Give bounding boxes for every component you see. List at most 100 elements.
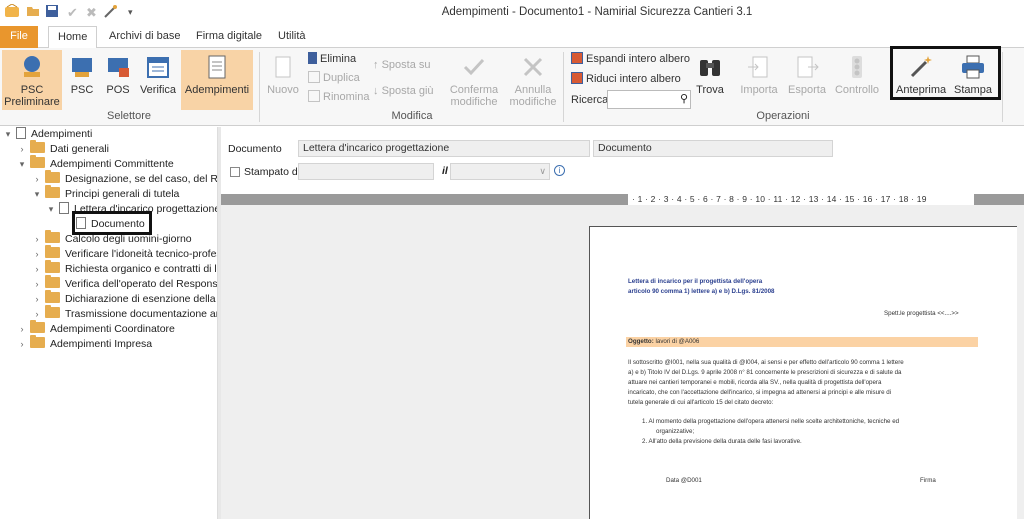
annulla-modifiche-button[interactable]: Annulla modifiche	[506, 54, 560, 108]
elimina-label: Elimina	[320, 53, 357, 65]
documento-field[interactable]: Lettera d'incarico progettazione	[298, 140, 590, 157]
trova-button[interactable]: Trova	[695, 54, 725, 96]
expand-icon[interactable]: ›	[32, 292, 42, 307]
verifica-button[interactable]: Verifica	[138, 54, 178, 96]
conferma-modifiche-button[interactable]: Conferma modifiche	[446, 54, 502, 108]
stampato-da-field[interactable]	[298, 163, 434, 180]
tree-node-trasmissione[interactable]: ›Trasmissione documentazione amminis	[32, 305, 217, 322]
window-title: Adempimenti - Documento1 - Namirial Sicu…	[441, 6, 753, 18]
date-select[interactable]: ∨	[450, 163, 550, 180]
tree-node-adempimenti-committente[interactable]: ▾ Adempimenti Committente	[17, 155, 174, 172]
psc-button[interactable]: PSC	[66, 54, 98, 96]
espandi-albero-button[interactable]: Espandi intero albero	[571, 52, 690, 66]
psc-label: PSC	[70, 84, 94, 96]
tree-node-richiesta-organico[interactable]: › Richiesta organico e contratti di lavor…	[32, 260, 217, 277]
expand-icon[interactable]: ›	[17, 322, 27, 337]
duplica-button[interactable]: Duplica	[308, 71, 360, 85]
tree-node-principi-generali[interactable]: ▾ Principi generali di tutela	[32, 185, 180, 202]
collapse-icon[interactable]: ▾	[32, 187, 42, 202]
tree-node-impresa[interactable]: › Adempimenti Impresa	[17, 335, 153, 352]
folder-icon	[45, 185, 60, 198]
ruler-ticks: · 1 · 2 · 3 · 4 · 5 · 6 · 7 · 8 · 9 · 10…	[632, 194, 927, 204]
tree-node-coordinatore[interactable]: › Adempimenti Coordinatore	[17, 320, 175, 337]
nuovo-label: Nuovo	[267, 84, 299, 96]
tipo-field[interactable]: Documento	[593, 140, 833, 157]
expand-icon[interactable]: ›	[32, 232, 42, 247]
psc-preliminare-label: PSC Preliminare	[4, 84, 60, 108]
stampato-da-checkbox[interactable]	[230, 167, 240, 177]
new-document-icon	[275, 56, 291, 78]
folder-icon	[45, 275, 60, 288]
tree-label: Principi generali di tutela	[65, 188, 180, 200]
page-list-item: organizzative;	[656, 428, 695, 435]
page-addressee: Spett.le progettista <<....>>	[884, 310, 959, 317]
tab-file[interactable]: File	[0, 26, 38, 48]
expand-icon[interactable]: ›	[32, 247, 42, 262]
tree-node-adempimenti[interactable]: ▾ Adempimenti	[3, 127, 92, 142]
tree-node-dichiarazione[interactable]: › Dichiarazione di esenzione della nomin	[32, 290, 217, 307]
ricerca-input[interactable]: ⚲	[607, 90, 691, 109]
traffic-light-icon	[852, 56, 862, 78]
rinomina-label: Rinomina	[323, 91, 370, 103]
calendar-icon	[147, 57, 169, 78]
elimina-button[interactable]: Elimina	[308, 52, 356, 66]
trova-label: Trova	[696, 84, 724, 96]
document-icon	[16, 127, 26, 139]
expand-icon[interactable]: ›	[32, 277, 42, 292]
collapse-tree-icon	[571, 72, 583, 84]
conferma-label-1: Conferma	[449, 84, 499, 96]
controllo-button[interactable]: Controllo	[833, 54, 881, 96]
tab-utilita[interactable]: Utilità	[269, 26, 315, 48]
tree-label: Dati generali	[50, 143, 109, 155]
collapse-icon[interactable]: ▾	[17, 157, 27, 172]
pos-button[interactable]: POS	[102, 54, 134, 96]
folder-icon	[45, 290, 60, 303]
highlight-box	[890, 46, 1001, 100]
expand-icon[interactable]: ›	[17, 142, 27, 157]
esporta-button[interactable]: Esporta	[787, 54, 827, 96]
binoculars-icon	[700, 60, 720, 76]
page-list-item: 2. All'atto della previsione della durat…	[642, 438, 802, 445]
expand-icon[interactable]: ›	[32, 172, 42, 187]
tab-firma-digitale[interactable]: Firma digitale	[187, 26, 271, 48]
esporta-label: Esporta	[788, 84, 826, 96]
expand-icon[interactable]: ›	[17, 337, 27, 352]
importa-label: Importa	[740, 84, 778, 96]
ribbon-tabs: File Home Archivi di base Firma digitale…	[0, 26, 1024, 49]
adempimenti-icon	[208, 55, 226, 79]
chevron-down-icon: ∨	[539, 166, 546, 176]
sposta-su-button[interactable]: ↑ Sposta su	[373, 58, 430, 72]
importa-button[interactable]: Importa	[738, 54, 780, 96]
nuovo-button[interactable]: Nuovo	[266, 54, 300, 96]
collapse-icon[interactable]: ▾	[3, 127, 13, 142]
tab-archivi-di-base[interactable]: Archivi di base	[100, 26, 190, 48]
tree-label: Adempimenti Impresa	[50, 338, 153, 350]
duplica-label: Duplica	[323, 72, 360, 84]
sposta-giu-button[interactable]: ↓ Sposta giù	[373, 84, 434, 98]
export-icon	[797, 56, 819, 78]
pos-icon	[108, 58, 129, 77]
psc-preliminare-button[interactable]: PSC Preliminare	[2, 50, 62, 110]
info-icon[interactable]: i	[554, 165, 565, 176]
collapse-icon[interactable]: ▾	[46, 202, 56, 217]
page-body-line: Il sottoscritto @I001, nella sua qualità…	[628, 359, 904, 366]
rinomina-button[interactable]: Rinomina	[308, 90, 369, 104]
tab-home[interactable]: Home	[48, 26, 98, 49]
group-separator	[1002, 52, 1003, 122]
group-separator	[259, 52, 260, 122]
tree-label: Adempimenti Coordinatore	[50, 323, 175, 335]
documento-label: Documento	[228, 143, 282, 155]
sposta-su-label: Sposta su	[381, 59, 431, 71]
adempimenti-button[interactable]: Adempimenti	[181, 50, 253, 110]
tree-node-verifica-operato[interactable]: › Verifica dell'operato del Responsabile	[32, 275, 217, 292]
expand-icon[interactable]: ›	[32, 262, 42, 277]
conferma-label-2: modifiche	[450, 96, 498, 108]
folder-icon	[45, 170, 60, 183]
tree-node-verificare-idoneita[interactable]: › Verificare l'idoneità tecnico-professio…	[32, 245, 217, 262]
tree-node-designazione[interactable]: › Designazione, se del caso, del Respor	[32, 170, 217, 187]
page-data-line: Data @D001	[666, 477, 702, 484]
riduci-albero-button[interactable]: Riduci intero albero	[571, 72, 681, 86]
folder-icon	[30, 140, 45, 153]
binoculars-icon: ⚲	[679, 93, 688, 105]
page-list-item: 1. Al momento della progettazione dell'o…	[642, 418, 900, 425]
